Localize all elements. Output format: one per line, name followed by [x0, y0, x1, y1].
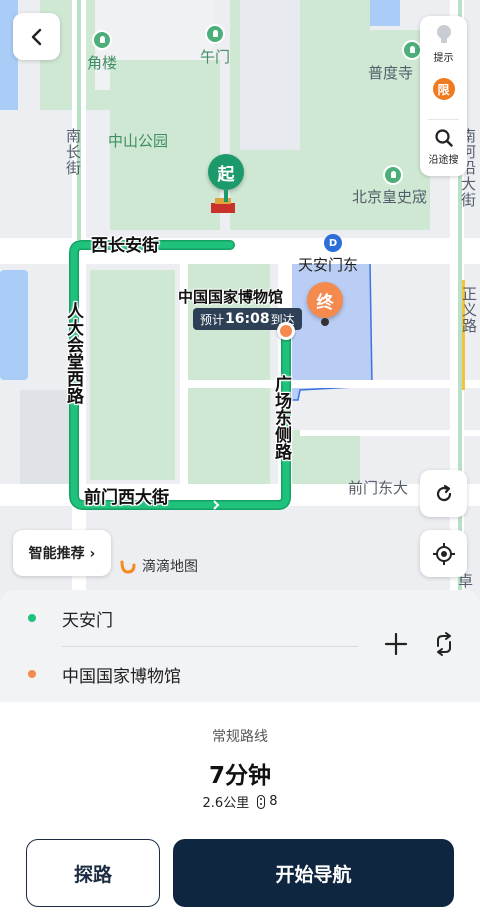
start-marker[interactable]: 起	[208, 154, 244, 190]
map-brand: 滴滴地图	[118, 556, 198, 576]
traffic-light-icon	[257, 794, 266, 809]
road-label-renda-west: 人大会堂西路	[63, 302, 83, 404]
end-marker[interactable]: 终	[307, 282, 343, 318]
destination-dot	[28, 670, 36, 678]
metro-icon: D	[324, 234, 342, 252]
road-label-west-changan: 西长安街	[91, 236, 159, 256]
map-label-huangshi-museum: 北京皇史宬	[352, 188, 428, 206]
route-distance: 2.6公里	[202, 796, 250, 811]
origin-row[interactable]: 天安门	[0, 590, 360, 646]
park-poi-icon	[205, 24, 225, 44]
end-marker-point	[321, 318, 329, 326]
route-end-dot	[277, 322, 295, 340]
map-label-wumen: 午门	[200, 48, 231, 66]
start-navigation-button[interactable]: 开始导航	[173, 839, 454, 907]
restriction-badge: 限	[432, 78, 455, 100]
route-duration: 7分钟	[208, 763, 271, 789]
eta-time: 16:08	[225, 311, 270, 327]
locate-button[interactable]	[420, 530, 467, 577]
eta-prefix: 预计	[200, 312, 225, 327]
map-label-zhengyi-road: 正义路	[460, 286, 478, 334]
plus-icon	[384, 632, 408, 656]
map-label-qianmen-east: 前门东大	[348, 479, 409, 497]
refresh-route-button[interactable]	[420, 470, 467, 517]
road-label-square-east: 广场东侧路	[271, 375, 291, 460]
destination-row[interactable]: 中国国家博物馆	[0, 646, 360, 702]
smart-recommend-button[interactable]: 智能推荐 ›	[13, 530, 111, 576]
search-icon	[434, 129, 453, 147]
map-view[interactable]: 角楼 午门 普度寺 中山公园 南长街 南河沿大街 北京皇史宬 天安门东 正义路 …	[0, 0, 480, 600]
search-along-button[interactable]: 沿途搜	[420, 128, 467, 166]
road-label-qianmen-west: 前门西大街	[84, 488, 169, 508]
map-side-panel: 提示 限 沿途搜	[420, 16, 467, 176]
hint-button[interactable]: 提示	[420, 24, 467, 64]
side-divider	[428, 119, 459, 120]
route-meta: 2.6公里 8	[0, 792, 480, 811]
route-input-card: 天安门 中国国家博物馆	[0, 590, 480, 702]
map-label-pudusi: 普度寺	[368, 64, 414, 82]
origin-field[interactable]: 天安门	[62, 606, 113, 631]
route-type-label: 常规路线	[212, 729, 268, 745]
refresh-icon	[436, 484, 451, 501]
swap-route-button[interactable]	[428, 628, 460, 660]
origin-dot	[28, 614, 36, 622]
back-button[interactable]	[13, 13, 60, 60]
park-poi-icon	[92, 30, 112, 50]
park-poi-icon	[383, 165, 403, 185]
route-summary[interactable]: 常规路线 7分钟 2.6公里 8	[0, 702, 480, 822]
swap-icon	[437, 632, 451, 656]
hint-label: 提示	[433, 53, 454, 64]
start-marker-stem	[224, 190, 228, 202]
map-label-jiaolou: 角楼	[87, 54, 118, 72]
traffic-light-count: 8	[269, 794, 278, 809]
map-label-zhongshan-park: 中山公园	[108, 132, 169, 150]
locate-icon	[432, 542, 455, 565]
destination-map-label: 中国国家博物馆	[178, 288, 284, 306]
explore-route-button[interactable]: 探路	[26, 839, 160, 907]
park-poi-icon	[402, 40, 422, 60]
back-icon	[31, 28, 41, 45]
map-label-tiananmen-east: 天安门东	[298, 256, 359, 274]
add-waypoint-button[interactable]	[380, 628, 412, 660]
bulb-icon	[436, 25, 451, 43]
didi-logo-icon	[120, 560, 136, 574]
destination-field[interactable]: 中国国家博物馆	[62, 662, 181, 687]
search-along-label: 沿途搜	[428, 155, 459, 166]
brand-name: 滴滴地图	[142, 559, 198, 575]
map-label-nanchang-street: 南长街	[64, 128, 82, 176]
restriction-button[interactable]: 限	[420, 78, 467, 100]
